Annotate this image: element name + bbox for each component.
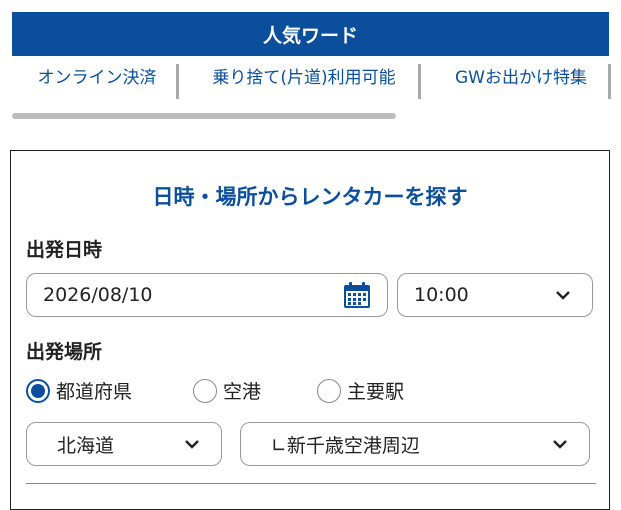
keyword-one-way[interactable]: 乗り捨て(片道)利用可能	[194, 62, 414, 98]
location-value: ∟新千歳空港周辺	[271, 434, 420, 457]
keyword-online-payment[interactable]: オンライン決済	[18, 62, 176, 98]
departure-place-label: 出発場所	[26, 341, 103, 363]
radio-button[interactable]	[193, 378, 217, 403]
radio-button-checked[interactable]	[26, 378, 50, 403]
radio-station[interactable]: 主要駅	[317, 377, 404, 404]
calendar-icon[interactable]	[343, 281, 371, 309]
radio-prefecture-label: 都道府県	[56, 381, 133, 403]
keyword-separator	[418, 64, 421, 99]
keyword-separator	[176, 64, 179, 99]
prefecture-value: 北海道	[57, 434, 115, 457]
radio-airport[interactable]: 空港	[193, 377, 261, 404]
prefecture-select[interactable]: 北海道	[26, 422, 222, 466]
keyword-separator	[608, 64, 611, 99]
time-select[interactable]: 10:00	[397, 273, 593, 317]
chevron-down-icon	[185, 440, 199, 449]
departure-datetime-label: 出発日時	[26, 239, 103, 261]
chevron-down-icon	[556, 291, 570, 300]
keyword-scrollbar[interactable]	[12, 113, 396, 119]
search-title: 日時・場所からレンタカーを探す	[152, 185, 468, 209]
date-field[interactable]: 2026/08/10	[26, 273, 388, 317]
keyword-gw-special[interactable]: GWお出かけ特集	[436, 62, 606, 98]
popular-words-title: 人気ワード	[262, 24, 358, 47]
keyword-tabs: オンライン決済 乗り捨て(片道)利用可能 GWお出かけ特集	[12, 62, 621, 100]
divider	[26, 483, 596, 484]
time-value: 10:00	[414, 284, 469, 306]
date-value: 2026/08/10	[43, 284, 153, 306]
radio-prefecture[interactable]: 都道府県	[26, 377, 132, 404]
search-card: 日時・場所からレンタカーを探す 出発日時 2026/08/10 10:00 出発…	[10, 150, 610, 510]
chevron-down-icon	[553, 440, 567, 449]
popular-words-header: 人気ワード	[12, 12, 609, 56]
radio-airport-label: 空港	[223, 381, 262, 403]
radio-station-label: 主要駅	[347, 381, 405, 403]
radio-button[interactable]	[317, 378, 341, 403]
location-select[interactable]: ∟新千歳空港周辺	[240, 422, 590, 466]
